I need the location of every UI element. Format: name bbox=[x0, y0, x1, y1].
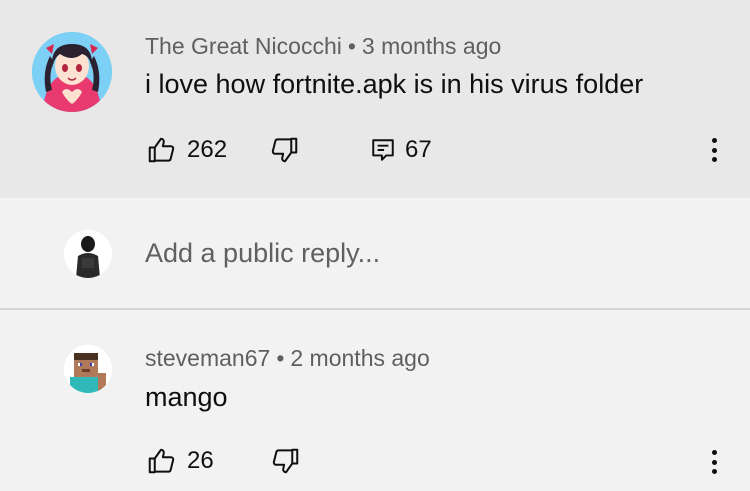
reply-input[interactable]: Add a public reply... bbox=[145, 238, 380, 269]
reply-input-section: Add a public reply... bbox=[0, 198, 750, 310]
author-avatar[interactable] bbox=[32, 32, 112, 112]
comment-actions: 262 67 bbox=[145, 134, 432, 166]
like-count: 262 bbox=[187, 136, 228, 163]
thumbs-down-icon[interactable] bbox=[269, 134, 301, 166]
anime-girl-avatar-icon bbox=[32, 32, 112, 112]
more-vertical-icon[interactable] bbox=[704, 134, 724, 166]
reply-author-avatar[interactable] bbox=[64, 345, 112, 393]
reply-author[interactable]: steveman67 bbox=[145, 345, 270, 371]
separator-dot: • bbox=[347, 33, 356, 59]
comment-meta: The Great Nicocchi • 3 months ago bbox=[145, 33, 501, 60]
separator-dot: • bbox=[276, 345, 285, 371]
reply-text: mango bbox=[145, 382, 228, 412]
steve-avatar-icon bbox=[64, 345, 112, 393]
thumbs-up-icon[interactable] bbox=[145, 134, 177, 166]
reply-count[interactable]: 67 bbox=[405, 136, 432, 164]
thumbs-up-icon[interactable] bbox=[145, 445, 177, 477]
comment-author[interactable]: The Great Nicocchi bbox=[145, 33, 342, 59]
user-figure-avatar-icon bbox=[64, 230, 112, 278]
comment-icon[interactable] bbox=[367, 134, 399, 166]
like-count: 26 bbox=[187, 447, 214, 474]
reply-meta: steveman67 • 2 months ago bbox=[145, 345, 430, 372]
top-comment: The Great Nicocchi • 3 months ago i love h… bbox=[0, 0, 750, 198]
more-vertical-icon[interactable] bbox=[704, 446, 724, 478]
reply-time[interactable]: 2 months ago bbox=[290, 345, 429, 371]
reply-actions: 26 bbox=[145, 445, 302, 477]
reply-comment: steveman67 • 2 months ago mango 26 bbox=[0, 312, 750, 491]
thumbs-down-icon[interactable] bbox=[270, 445, 302, 477]
comment-text: i love how fortnite.apk is in his virus … bbox=[145, 69, 644, 99]
comment-time[interactable]: 3 months ago bbox=[362, 33, 501, 59]
current-user-avatar[interactable] bbox=[64, 230, 112, 278]
